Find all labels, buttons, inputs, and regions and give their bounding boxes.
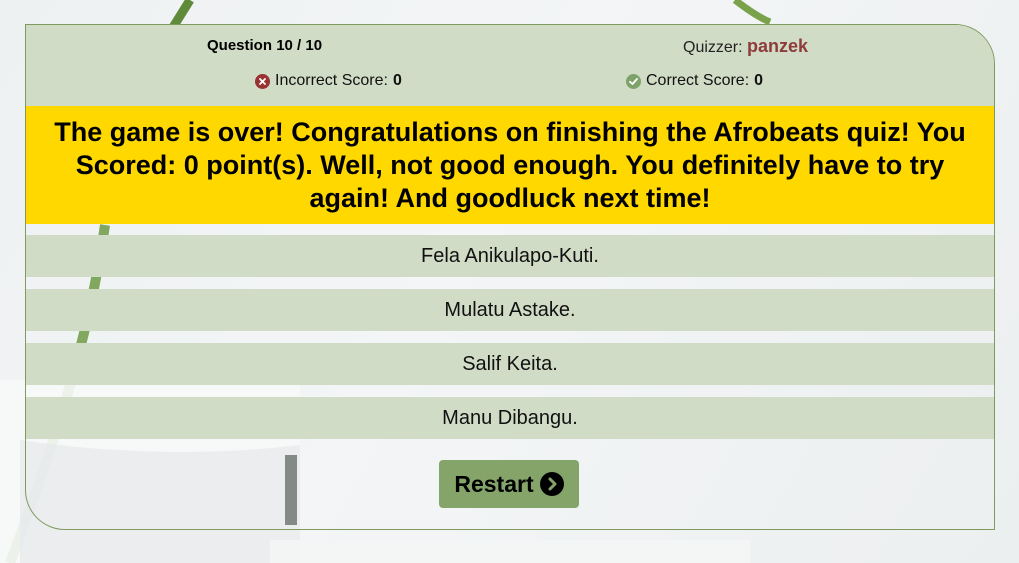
quizzer-info: Quizzer: panzek [683, 36, 808, 57]
quizzer-label: Quizzer: [683, 39, 743, 56]
restart-button[interactable]: Restart [439, 460, 579, 508]
chevron-right-circle-icon [539, 472, 564, 496]
incorrect-score-value: 0 [392, 72, 402, 89]
correct-score-value: 0 [754, 72, 764, 89]
correct-score-label: Correct Score: [646, 72, 750, 89]
quiz-card: Question 10 / 10 Quizzer: panzek Incorre… [25, 24, 995, 530]
quizzer-name: panzek [747, 36, 809, 56]
quiz-header: Question 10 / 10 Quizzer: panzek Incorre… [26, 25, 994, 106]
answer-option-4[interactable]: Manu Dibangu. [26, 397, 994, 439]
check-circle-icon [626, 73, 641, 89]
question-counter: Question 10 / 10 [207, 37, 323, 54]
question-current: 10 [276, 37, 293, 54]
incorrect-score: Incorrect Score: 0 [255, 72, 402, 90]
correct-score: Correct Score: 0 [626, 72, 763, 90]
answer-option-2[interactable]: Mulatu Astake. [26, 289, 994, 331]
result-message: The game is over! Congratulations on fin… [26, 106, 994, 224]
x-circle-icon [255, 73, 270, 89]
restart-label: Restart [454, 470, 534, 497]
answer-option-1[interactable]: Fela Anikulapo-Kuti. [26, 235, 994, 277]
incorrect-score-label: Incorrect Score: [275, 72, 388, 89]
answer-option-3[interactable]: Salif Keita. [26, 343, 994, 385]
question-label: Question [207, 37, 273, 54]
question-total: 10 [305, 37, 323, 54]
